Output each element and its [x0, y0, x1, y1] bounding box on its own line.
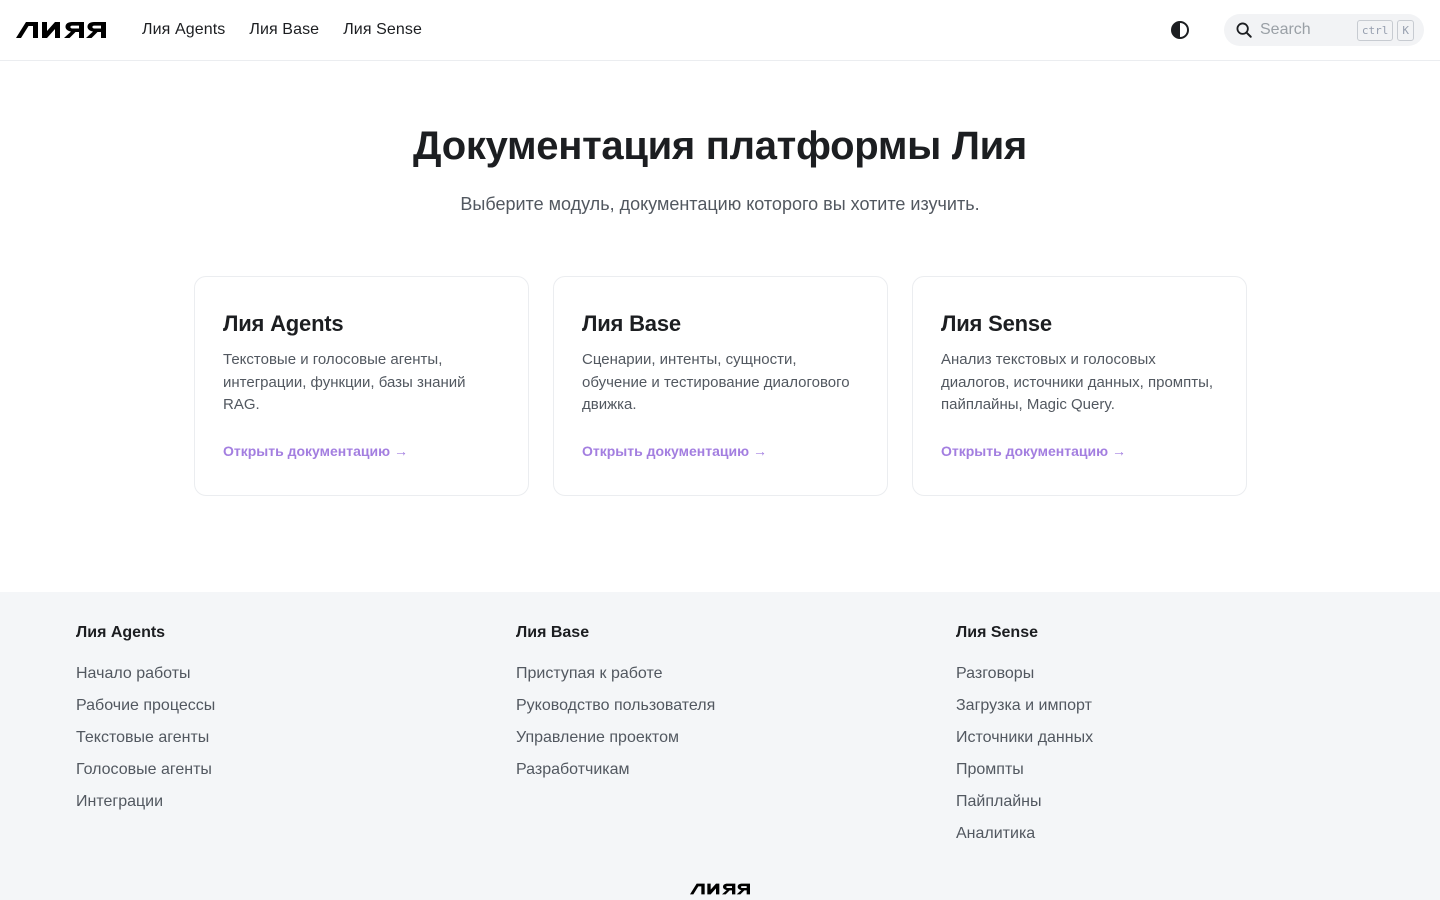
module-cards: Лия Agents Текстовые и голосовые агенты,… — [194, 276, 1247, 496]
card-description: Текстовые и голосовые агенты, интеграции… — [223, 351, 466, 413]
card-agents[interactable]: Лия Agents Текстовые и голосовые агенты,… — [194, 276, 529, 496]
nav-link-agents[interactable]: Лия Agents — [142, 21, 225, 39]
footer-col-agents: Лия Agents Начало работы Рабочие процесс… — [76, 624, 516, 856]
footer-heading: Лия Sense — [956, 624, 1038, 641]
card-description: Анализ текстовых и голосовых диалогов, и… — [941, 351, 1214, 413]
footer-col-base: Лия Base Приступая к работе Руководство … — [516, 624, 956, 856]
footer-link[interactable]: Руководство пользователя — [516, 696, 956, 728]
card-link-open-docs[interactable]: Открыть документацию → — [941, 443, 1126, 459]
theme-toggle-button[interactable] — [1164, 14, 1196, 46]
footer-link[interactable]: Загрузка и импорт — [956, 696, 1396, 728]
footer-columns: Лия Agents Начало работы Рабочие процесс… — [76, 624, 1396, 856]
page-title: Документация платформы Лия — [413, 124, 1027, 168]
footer-link[interactable]: Управление проектом — [516, 728, 956, 760]
footer-link[interactable]: Разговоры — [956, 664, 1396, 696]
page-subtitle: Выберите модуль, документацию которого в… — [460, 194, 980, 214]
footer-heading: Лия Base — [516, 624, 590, 641]
logo[interactable] — [16, 22, 106, 38]
footer-link[interactable]: Источники данных — [956, 728, 1396, 760]
footer-col-sense: Лия Sense Разговоры Загрузка и импорт Ис… — [956, 624, 1396, 856]
footer-link[interactable]: Промпты — [956, 760, 1396, 792]
liya-logo-icon — [16, 22, 106, 38]
footer: Лия Agents Начало работы Рабочие процесс… — [0, 592, 1440, 900]
liya-logo-icon — [690, 883, 750, 895]
search-input[interactable] — [1260, 21, 1344, 39]
footer-link[interactable]: Приступая к работе — [516, 664, 956, 696]
footer-link[interactable]: Голосовые агенты — [76, 760, 516, 792]
card-link-open-docs[interactable]: Открыть документацию → — [223, 443, 408, 459]
navbar-right: ctrl K — [1164, 14, 1424, 46]
footer-link[interactable]: Начало работы — [76, 664, 516, 696]
top-navbar: Лия Agents Лия Base Лия Sense ctrl K — [0, 0, 1440, 61]
nav-link-sense[interactable]: Лия Sense — [343, 21, 422, 39]
main-nav: Лия Agents Лия Base Лия Sense — [142, 21, 422, 39]
footer-link[interactable]: Интеграции — [76, 792, 516, 824]
search-icon — [1234, 20, 1254, 40]
footer-link[interactable]: Рабочие процессы — [76, 696, 516, 728]
footer-link[interactable]: Аналитика — [956, 824, 1396, 856]
kbd-k: K — [1397, 19, 1414, 41]
search-shortcut: ctrl K — [1356, 19, 1414, 41]
card-link-open-docs[interactable]: Открыть документацию → — [582, 443, 767, 459]
card-base[interactable]: Лия Base Сценарии, интенты, сущности, об… — [553, 276, 888, 496]
card-title: Лия Agents — [223, 311, 344, 336]
footer-link[interactable]: Текстовые агенты — [76, 728, 516, 760]
nav-link-base[interactable]: Лия Base — [249, 21, 319, 39]
footer-link[interactable]: Пайплайны — [956, 792, 1396, 824]
search-box[interactable]: ctrl K — [1224, 14, 1424, 46]
card-description: Сценарии, интенты, сущности, обучение и … — [582, 351, 850, 413]
footer-logo — [690, 882, 750, 900]
footer-heading: Лия Agents — [76, 624, 166, 641]
card-title: Лия Sense — [941, 311, 1052, 336]
contrast-icon — [1171, 21, 1189, 39]
card-sense[interactable]: Лия Sense Анализ текстовых и голосовых д… — [912, 276, 1247, 496]
kbd-ctrl: ctrl — [1356, 19, 1394, 41]
footer-link[interactable]: Разработчикам — [516, 760, 956, 792]
card-title: Лия Base — [582, 311, 681, 336]
